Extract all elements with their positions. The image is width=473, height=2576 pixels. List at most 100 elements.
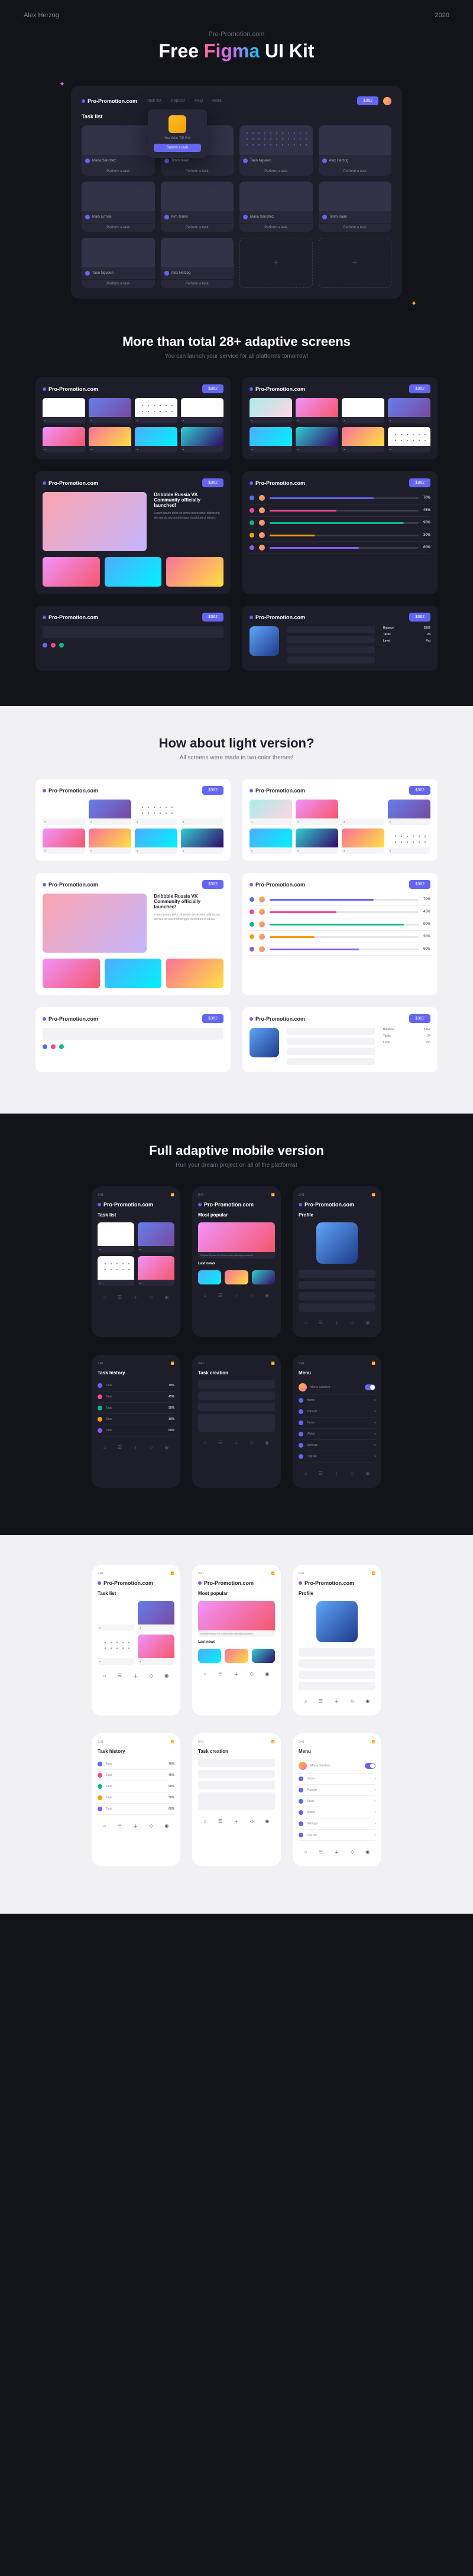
- mobile-popular-light: 9:41📶 Pro-Promotion.com Most popular Dri…: [192, 1565, 281, 1716]
- task-card[interactable]: Kim TorresPerform a task: [161, 182, 234, 232]
- section-light-title: How about light version?: [0, 736, 473, 751]
- theme-toggle[interactable]: [365, 1384, 375, 1390]
- list-icon[interactable]: ☰: [118, 1295, 122, 1301]
- mobile-history-light: 9:41📶 Task history Task70%Task45%Task90%…: [92, 1733, 180, 1866]
- menu-item[interactable]: Wallet›: [299, 1429, 375, 1440]
- hero-title: Free Figma UI Kit: [0, 40, 473, 62]
- dark-table-screen: Pro-Promotion.com$362 70%45%90%30%60%: [242, 471, 438, 594]
- menu-item[interactable]: Popular›: [299, 1785, 375, 1796]
- section-sub: You can launch your service for all plat…: [0, 353, 473, 360]
- section-mobile-title: Full adaptive mobile version: [0, 1143, 473, 1158]
- light-profile-screen: Pro-Promotion.com$362 Balance$362 Tasks2…: [242, 1007, 438, 1072]
- menu-item[interactable]: Tasks›: [299, 1796, 375, 1807]
- year: 2020: [435, 12, 449, 19]
- menu-item[interactable]: Wallet›: [299, 1807, 375, 1818]
- light-screen-grid: Pro-Promotion.com$362 ● ● ● ● ● ● ● ●: [35, 779, 231, 861]
- dark-form-screen: Pro-Promotion.com$362: [35, 606, 231, 671]
- mobile-history-dark: 9:41📶 Task history Task70%Task45%Task90%…: [92, 1355, 180, 1488]
- table-row[interactable]: 30%: [250, 529, 430, 542]
- feature-title: Dribbble Russia VK Community officially …: [154, 894, 223, 910]
- plus-icon: +: [273, 258, 278, 268]
- avatar[interactable]: [383, 97, 391, 105]
- section-title: More than total 28+ adaptive screens: [0, 334, 473, 349]
- table-row[interactable]: 90%: [250, 517, 430, 529]
- mobile-creation-light: 9:41📶 Task creation ⌂☰＋◇◉: [192, 1733, 281, 1866]
- mobile-popular-dark: 9:41📶 Pro-Promotion.com Most popular Dri…: [192, 1186, 281, 1337]
- task-card[interactable]: Alex HerzogPerform a task: [319, 125, 392, 176]
- menu-item[interactable]: Home›: [299, 1395, 375, 1406]
- list-item[interactable]: Task70%: [98, 1380, 174, 1391]
- mobile-menu-light: 9:41📶 Menu Maria Sanchez Home›Popular›Ta…: [293, 1733, 381, 1866]
- menu-item[interactable]: Log out›: [299, 1830, 375, 1841]
- table-row[interactable]: 45%: [250, 906, 430, 918]
- profile-avatar: [250, 1028, 279, 1057]
- menu-item[interactable]: Settings›: [299, 1440, 375, 1451]
- list-item[interactable]: Task30%: [98, 1414, 174, 1425]
- author: Alex Herzog: [24, 12, 59, 19]
- nav-tasklist[interactable]: Task list: [147, 99, 161, 103]
- task-card[interactable]: Alex HerzogPerform a task: [161, 238, 234, 288]
- task-card-empty[interactable]: +: [319, 238, 392, 288]
- task-card[interactable]: Maria SanchezPerform a task: [82, 125, 155, 176]
- mobile-profile-light: 9:41📶 Pro-Promotion.com Profile ⌂☰＋◇◉: [293, 1565, 381, 1716]
- popup-submit-button[interactable]: Submit a task: [154, 144, 201, 152]
- menu-item[interactable]: Home›: [299, 1774, 375, 1785]
- mobile-profile-dark: 9:41📶 Pro-Promotion.com Profile ⌂☰＋◇◉: [293, 1186, 381, 1337]
- nav-popular[interactable]: Popular: [171, 99, 185, 103]
- list-item[interactable]: Task45%: [98, 1770, 174, 1781]
- wallet-icon[interactable]: ◇: [150, 1295, 153, 1301]
- task-card[interactable]: Timm KaanPerform a task: [319, 182, 392, 232]
- menu-item[interactable]: Log out›: [299, 1451, 375, 1462]
- list-item[interactable]: Task90%: [98, 1781, 174, 1792]
- table-row[interactable]: 45%: [250, 504, 430, 517]
- task-popup: You Won 7$! Go! Submit a task: [148, 109, 207, 158]
- table-row[interactable]: 90%: [250, 918, 430, 931]
- feature-body: Lorem ipsum dolor sit amet consectetur a…: [154, 913, 223, 922]
- logo[interactable]: Pro-Promotion.com: [82, 98, 137, 104]
- mobile-creation-dark: 9:41📶 Task creation ⌂☰＋◇◉: [192, 1355, 281, 1488]
- nav-faq[interactable]: FAQ: [195, 99, 203, 103]
- light-form-screen: Pro-Promotion.com$362: [35, 1007, 231, 1072]
- list-item[interactable]: Task45%: [98, 1391, 174, 1403]
- menu-item[interactable]: Popular›: [299, 1406, 375, 1418]
- table-row[interactable]: 70%: [250, 492, 430, 504]
- task-heading: Task list: [82, 114, 391, 119]
- nav-more[interactable]: More: [212, 99, 222, 103]
- profile-avatar: [250, 626, 279, 656]
- list-item[interactable]: Task70%: [98, 1759, 174, 1770]
- task-card-empty[interactable]: +: [239, 238, 313, 288]
- menu-item[interactable]: Tasks›: [299, 1418, 375, 1429]
- task-card[interactable]: Taen NgueenPerform a task: [82, 238, 155, 288]
- dark-profile-screen: Pro-Promotion.com$362 Balance$362 Tasks2…: [242, 606, 438, 671]
- menu-item[interactable]: Settings›: [299, 1818, 375, 1830]
- list-item[interactable]: Task60%: [98, 1425, 174, 1436]
- mobile-tasklist-dark: 9:41📶 Pro-Promotion.com Task list ● ● ● …: [92, 1186, 180, 1337]
- list-item[interactable]: Task60%: [98, 1804, 174, 1815]
- light-feature-screen: Pro-Promotion.com$362 Dribbble Russia VK…: [35, 873, 231, 995]
- dark-screen-grid: Pro-Promotion.com$362 ● ● ● ● ● ● ● ●: [35, 377, 231, 459]
- task-card[interactable]: Taen NgueenPerform a task: [239, 125, 313, 176]
- home-icon[interactable]: ⌂: [103, 1295, 106, 1301]
- plus-icon[interactable]: ＋: [133, 1295, 138, 1301]
- table-row[interactable]: 30%: [250, 931, 430, 943]
- theme-toggle[interactable]: [365, 1763, 375, 1769]
- list-item[interactable]: Task90%: [98, 1403, 174, 1414]
- signal-icon: 📶: [171, 1193, 174, 1197]
- task-card[interactable]: Maria SanchezPerform a task: [239, 182, 313, 232]
- trophy-icon: [169, 115, 186, 133]
- user-icon[interactable]: ◉: [164, 1295, 169, 1301]
- table-row[interactable]: 70%: [250, 894, 430, 906]
- balance-button[interactable]: $362: [357, 96, 378, 105]
- section-light-sub: All screens were made in two color theme…: [0, 755, 473, 761]
- profile-avatar: [316, 1222, 358, 1264]
- dark-feature-screen: Pro-Promotion.com$362 Dribbble Russia VK…: [35, 471, 231, 594]
- table-row[interactable]: 60%: [250, 542, 430, 554]
- dark-screen-grid-2: Pro-Promotion.com$362 ● ● ● ● ● ● ● ●: [242, 377, 438, 459]
- task-card[interactable]: Mark ErmakPerform a task: [82, 182, 155, 232]
- list-item[interactable]: Task30%: [98, 1792, 174, 1804]
- hero-sub: Pro-Promotion.com: [0, 31, 473, 38]
- table-row[interactable]: 60%: [250, 943, 430, 956]
- popup-text: You Won 7$! Go!: [154, 137, 201, 140]
- mobile-tasklist-light: 9:41📶 Pro-Promotion.com Task list ● ● ● …: [92, 1565, 180, 1716]
- section-mobile-sub: Run your dream project on all of the pla…: [0, 1162, 473, 1169]
